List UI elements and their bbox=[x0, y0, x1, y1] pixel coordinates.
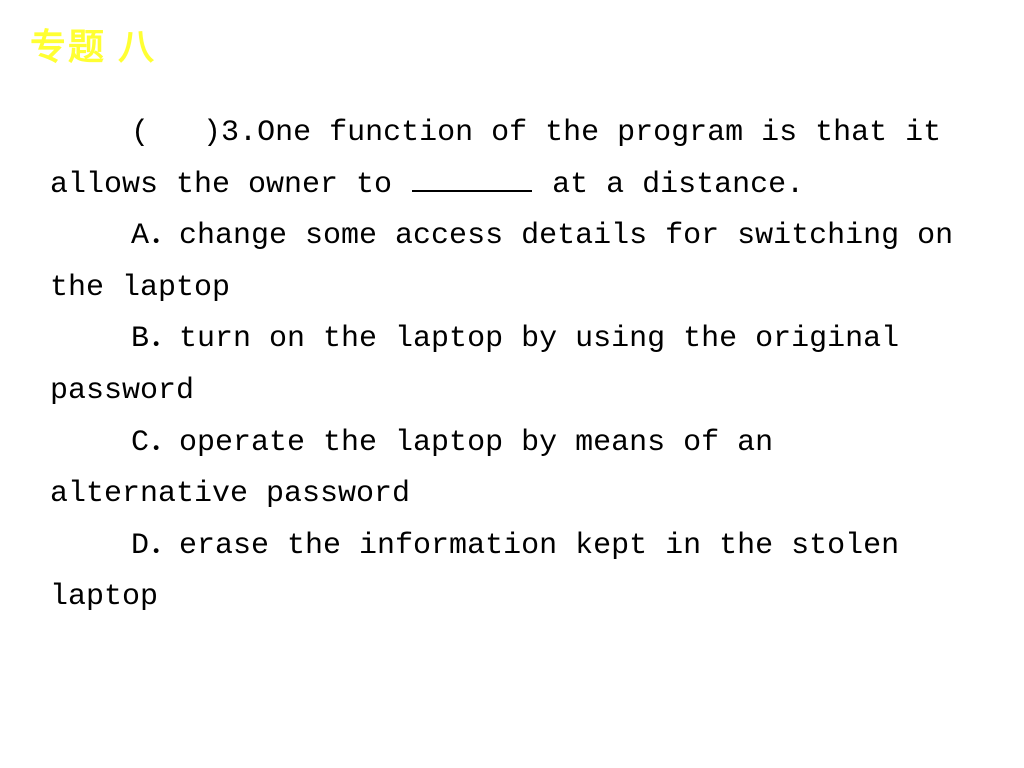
option-d-label: D． bbox=[131, 529, 179, 563]
answer-close-paren: ) bbox=[203, 116, 221, 150]
option-c: C．operate the laptop by means of an alte… bbox=[50, 418, 984, 521]
fill-blank bbox=[412, 164, 532, 192]
slide: 专题 八 ( )3.One function of the program is… bbox=[0, 0, 1024, 768]
option-a-label: A． bbox=[131, 219, 179, 253]
answer-open-paren: ( bbox=[131, 116, 149, 150]
question-body: ( )3.One function of the program is that… bbox=[50, 108, 984, 624]
option-a-text: change some access details for switching… bbox=[50, 219, 953, 305]
option-a: A．change some access details for switchi… bbox=[50, 211, 984, 314]
option-c-label: C． bbox=[131, 426, 179, 460]
topic-header: 专题 八 bbox=[30, 18, 156, 70]
topic-title: 专题 八 bbox=[30, 26, 156, 67]
question-number: 3. bbox=[221, 116, 257, 150]
option-b: B．turn on the laptop by using the origin… bbox=[50, 314, 984, 417]
question-tail: at a distance. bbox=[534, 168, 804, 202]
option-d: D．erase the information kept in the stol… bbox=[50, 521, 984, 624]
question-stem: ( )3.One function of the program is that… bbox=[50, 108, 984, 211]
option-b-label: B． bbox=[131, 322, 179, 356]
